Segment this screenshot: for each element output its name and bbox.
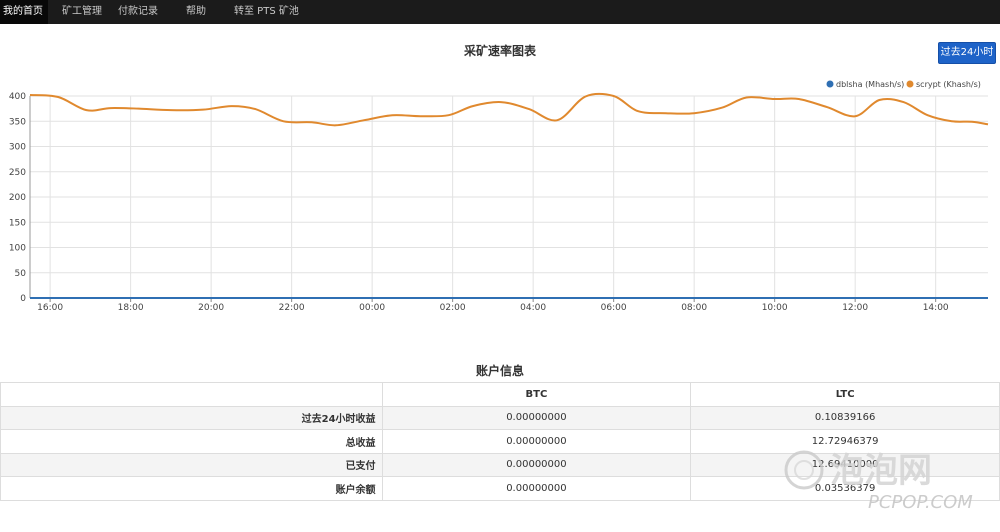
btc-total-earnings: 0.00000000 xyxy=(381,429,692,454)
ltc-paid: 12.69410000 xyxy=(690,452,1000,477)
row-label-24h-earnings: 过去24小时收益 xyxy=(0,405,383,430)
nav-item-miner-management[interactable]: 矿工管理 xyxy=(56,0,108,24)
table-row: 过去24小时收益 0.00000000 0.10839166 xyxy=(0,405,1000,430)
column-header-blank xyxy=(0,382,383,407)
nav-item-pts-pool[interactable]: 转至 PTS 矿池 xyxy=(228,0,305,24)
row-label-balance: 账户余额 xyxy=(0,476,383,501)
y-tick-label: 400 xyxy=(9,92,26,102)
column-header-ltc: LTC xyxy=(690,382,1000,407)
row-label-total-earnings: 总收益 xyxy=(0,429,383,454)
account-table: BTC LTC 过去24小时收益 0.00000000 0.10839166 总… xyxy=(0,382,1000,501)
btc-paid: 0.00000000 xyxy=(381,452,692,477)
ltc-24h-earnings: 0.10839166 xyxy=(690,405,1000,430)
y-tick-label: 100 xyxy=(9,244,26,254)
x-tick-label: 08:00 xyxy=(681,303,707,313)
y-tick-label: 250 xyxy=(9,168,26,178)
table-row: 已支付 0.00000000 12.69410000 xyxy=(0,452,1000,477)
row-label-paid: 已支付 xyxy=(0,452,383,477)
hashrate-chart: 0 50 100 150 200 250 300 350 400 16:00 18:00 20:00 2… xyxy=(9,80,989,313)
y-tick-label: 0 xyxy=(20,294,26,304)
account-info-title: 账户信息 xyxy=(475,364,524,378)
legend-label-dblsha: dblsha (Mhash/s) xyxy=(836,80,904,89)
y-tick-label: 150 xyxy=(9,218,26,228)
chart-axes: 0 50 100 150 200 250 300 350 400 16:00 18:00 20:00 2… xyxy=(9,92,949,313)
table-row: 总收益 0.00000000 12.72946379 xyxy=(0,429,1000,454)
x-tick-label: 00:00 xyxy=(359,303,385,313)
legend-dot-dblsha xyxy=(826,80,834,88)
x-tick-label: 10:00 xyxy=(762,303,788,313)
x-tick-label: 02:00 xyxy=(440,303,466,313)
y-tick-label: 50 xyxy=(15,269,27,279)
x-tick-label: 22:00 xyxy=(279,303,305,313)
y-tick-label: 200 xyxy=(9,193,26,203)
x-tick-label: 12:00 xyxy=(842,303,868,313)
table-header-row: BTC LTC xyxy=(0,382,1000,407)
chart-series xyxy=(29,92,989,299)
legend-label-scrypt: scrypt (Khash/s) xyxy=(916,80,981,89)
btc-24h-earnings: 0.00000000 xyxy=(381,405,692,430)
column-header-btc: BTC xyxy=(381,382,692,407)
series-line-scrypt xyxy=(29,92,989,127)
top-navbar: 我的首页 矿工管理 付款记录 帮助 转至 PTS 矿池 xyxy=(0,0,1000,24)
ltc-total-earnings: 12.72946379 xyxy=(690,429,1000,454)
chart-grid xyxy=(30,95,988,299)
nav-item-help[interactable]: 帮助 xyxy=(180,0,212,24)
x-tick-label: 04:00 xyxy=(520,303,546,313)
x-tick-label: 06:00 xyxy=(601,303,627,313)
nav-item-payment-records[interactable]: 付款记录 xyxy=(112,0,164,24)
x-tick-label: 20:00 xyxy=(198,303,224,313)
table-row: 账户余额 0.00000000 0.03536379 xyxy=(0,476,1000,501)
y-tick-label: 350 xyxy=(9,117,26,127)
chart-legend: dblsha (Mhash/s) scrypt (Khash/s) xyxy=(826,80,981,89)
x-tick-label: 14:00 xyxy=(923,303,949,313)
y-tick-label: 300 xyxy=(9,143,26,153)
btc-balance: 0.00000000 xyxy=(381,476,692,501)
x-tick-label: 18:00 xyxy=(118,303,144,313)
legend-dot-scrypt xyxy=(906,80,914,88)
chart-title: 采矿速率图表 xyxy=(463,44,536,58)
x-tick-label: 16:00 xyxy=(37,303,63,313)
nav-item-home[interactable]: 我的首页 xyxy=(0,0,48,24)
range-24h-button[interactable]: 过去24小时 xyxy=(938,42,996,64)
ltc-balance: 0.03536379 xyxy=(690,476,1000,501)
